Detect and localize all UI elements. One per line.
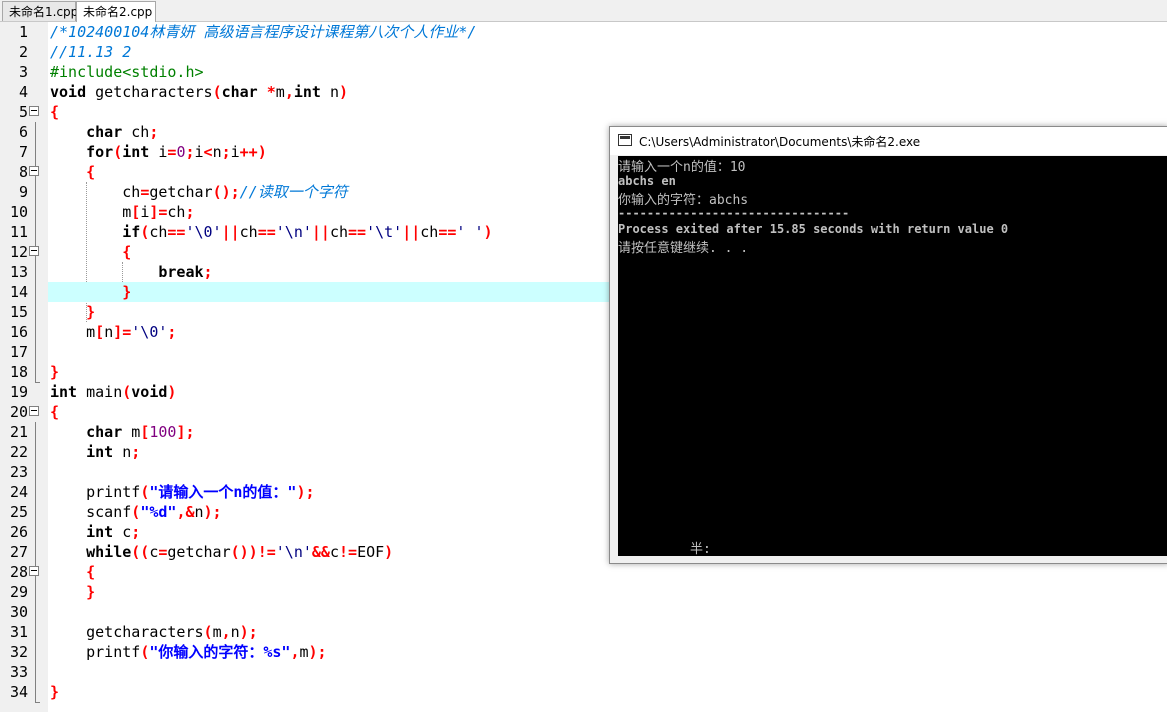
fold-toggle-icon[interactable] (29, 106, 39, 116)
code-line[interactable]: 3 #include<stdio.h> (0, 62, 1167, 82)
code-line[interactable]: 34 } (0, 682, 1167, 702)
tab-file-1[interactable]: 未命名1.cpp (2, 1, 78, 21)
line-number: 5 (18, 103, 28, 121)
code-text: { (122, 243, 132, 261)
code-text: { (86, 163, 96, 181)
line-number: 1 (18, 23, 28, 41)
code-line[interactable]: 5 { (0, 102, 1167, 122)
line-number: 22 (9, 443, 28, 461)
tab-file-2-active[interactable]: 未命名2.cpp (76, 1, 156, 22)
line-number: 12 (9, 243, 28, 261)
line-number: 4 (18, 83, 28, 101)
code-text: int main(void) (50, 383, 177, 401)
line-number: 17 (9, 343, 28, 361)
line-number: 34 (9, 683, 28, 701)
code-text: char m[100]; (86, 423, 195, 441)
line-number: 26 (9, 523, 28, 541)
code-text: } (50, 363, 60, 381)
code-line[interactable]: 31 getcharacters(m,n); (0, 622, 1167, 642)
code-text: while((c=getchar())!='\n'&&c!=EOF) (86, 543, 394, 561)
code-line[interactable]: 29 } (0, 582, 1167, 602)
console-title-bar[interactable]: C:\Users\Administrator\Documents\未命名2.ex… (610, 127, 1167, 155)
console-window[interactable]: C:\Users\Administrator\Documents\未命名2.ex… (609, 126, 1167, 564)
code-text: break; (158, 263, 213, 281)
code-line[interactable]: 30 (0, 602, 1167, 622)
line-number: 10 (9, 203, 28, 221)
console-line: Process exited after 15.85 seconds with … (618, 222, 1009, 236)
console-line: -------------------------------- (618, 206, 850, 220)
line-number: 9 (18, 183, 28, 201)
code-line[interactable]: 32 printf("你输入的字符：%s",m); (0, 642, 1167, 662)
code-text: char ch; (86, 123, 159, 141)
line-number: 32 (9, 643, 28, 661)
code-line[interactable]: 4 void getcharacters(char *m,int n) (0, 82, 1167, 102)
fold-end-marker (35, 702, 40, 703)
code-line[interactable]: 33 (0, 662, 1167, 682)
line-number: 18 (9, 363, 28, 381)
fold-toggle-icon[interactable] (29, 246, 39, 256)
fold-toggle-icon[interactable] (29, 166, 39, 176)
code-text: getcharacters(m,n); (50, 623, 258, 641)
console-title: C:\Users\Administrator\Documents\未命名2.ex… (639, 135, 921, 149)
line-number: 19 (9, 383, 28, 401)
line-number: 8 (18, 163, 28, 181)
line-number: 21 (9, 423, 28, 441)
code-text: { (50, 103, 60, 121)
code-text: void getcharacters(char *m,int n) (50, 83, 349, 101)
line-number: 25 (9, 503, 28, 521)
code-text: { (50, 403, 60, 421)
code-text: /*102400104林青妍 高级语言程序设计课程第八次个人作业*/ (50, 23, 477, 41)
line-number: 15 (9, 303, 28, 321)
code-text: } (86, 303, 96, 321)
code-text: if(ch=='\0'||ch=='\n'||ch=='\t'||ch==' '… (122, 223, 493, 241)
console-line: 请输入一个n的值：10 (618, 160, 746, 175)
code-text: scanf("%d",&n); (50, 503, 222, 521)
line-number: 7 (18, 143, 28, 161)
code-line[interactable]: 1 /*102400104林青妍 高级语言程序设计课程第八次个人作业*/ (0, 22, 1167, 42)
fold-toggle-icon[interactable] (29, 406, 39, 416)
line-number: 23 (9, 463, 28, 481)
line-number: 13 (9, 263, 28, 281)
code-text: //11.13 2 (50, 43, 132, 61)
code-text: m[i]=ch; (50, 203, 195, 221)
code-text: int n; (86, 443, 141, 461)
console-window-icon (618, 134, 632, 146)
code-text: } (86, 583, 96, 601)
code-text: ch=getchar();//读取一个字符 (50, 183, 348, 201)
file-tab-bar: 未命名1.cpp 未命名2.cpp (0, 0, 1167, 22)
line-number: 20 (9, 403, 28, 421)
ime-status-indicator: 半: (690, 542, 711, 557)
code-text: } (122, 283, 132, 301)
code-text: int c; (86, 523, 141, 541)
code-text: } (50, 683, 60, 701)
console-output-area[interactable]: 请输入一个n的值：10 abchs en 你输入的字符：abchs ------… (618, 156, 1167, 557)
line-number: 3 (18, 63, 28, 81)
code-line[interactable]: 2 //11.13 2 (0, 42, 1167, 62)
console-line: abchs en (618, 174, 676, 188)
line-number: 6 (18, 123, 28, 141)
code-text: printf("请输入一个n的值："); (50, 483, 315, 501)
code-text: m[n]='\0'; (50, 323, 177, 341)
line-number: 28 (9, 563, 28, 581)
line-number: 16 (9, 323, 28, 341)
line-number: 11 (9, 223, 28, 241)
code-text: #include<stdio.h> (50, 63, 204, 81)
line-number: 27 (9, 543, 28, 561)
code-text: for(int i=0;i<n;i++) (86, 143, 267, 161)
fold-toggle-icon[interactable] (29, 566, 39, 576)
line-number: 30 (9, 603, 28, 621)
line-number: 33 (9, 663, 28, 681)
code-text: printf("你输入的字符：%s",m); (50, 643, 327, 661)
line-number: 31 (9, 623, 28, 641)
code-text: { (86, 563, 96, 581)
line-number: 29 (9, 583, 28, 601)
console-line: 请按任意键继续. . . (618, 241, 749, 256)
line-number: 24 (9, 483, 28, 501)
line-number: 2 (18, 43, 28, 61)
line-number: 14 (9, 283, 28, 301)
code-line[interactable]: 28 { (0, 562, 1167, 582)
